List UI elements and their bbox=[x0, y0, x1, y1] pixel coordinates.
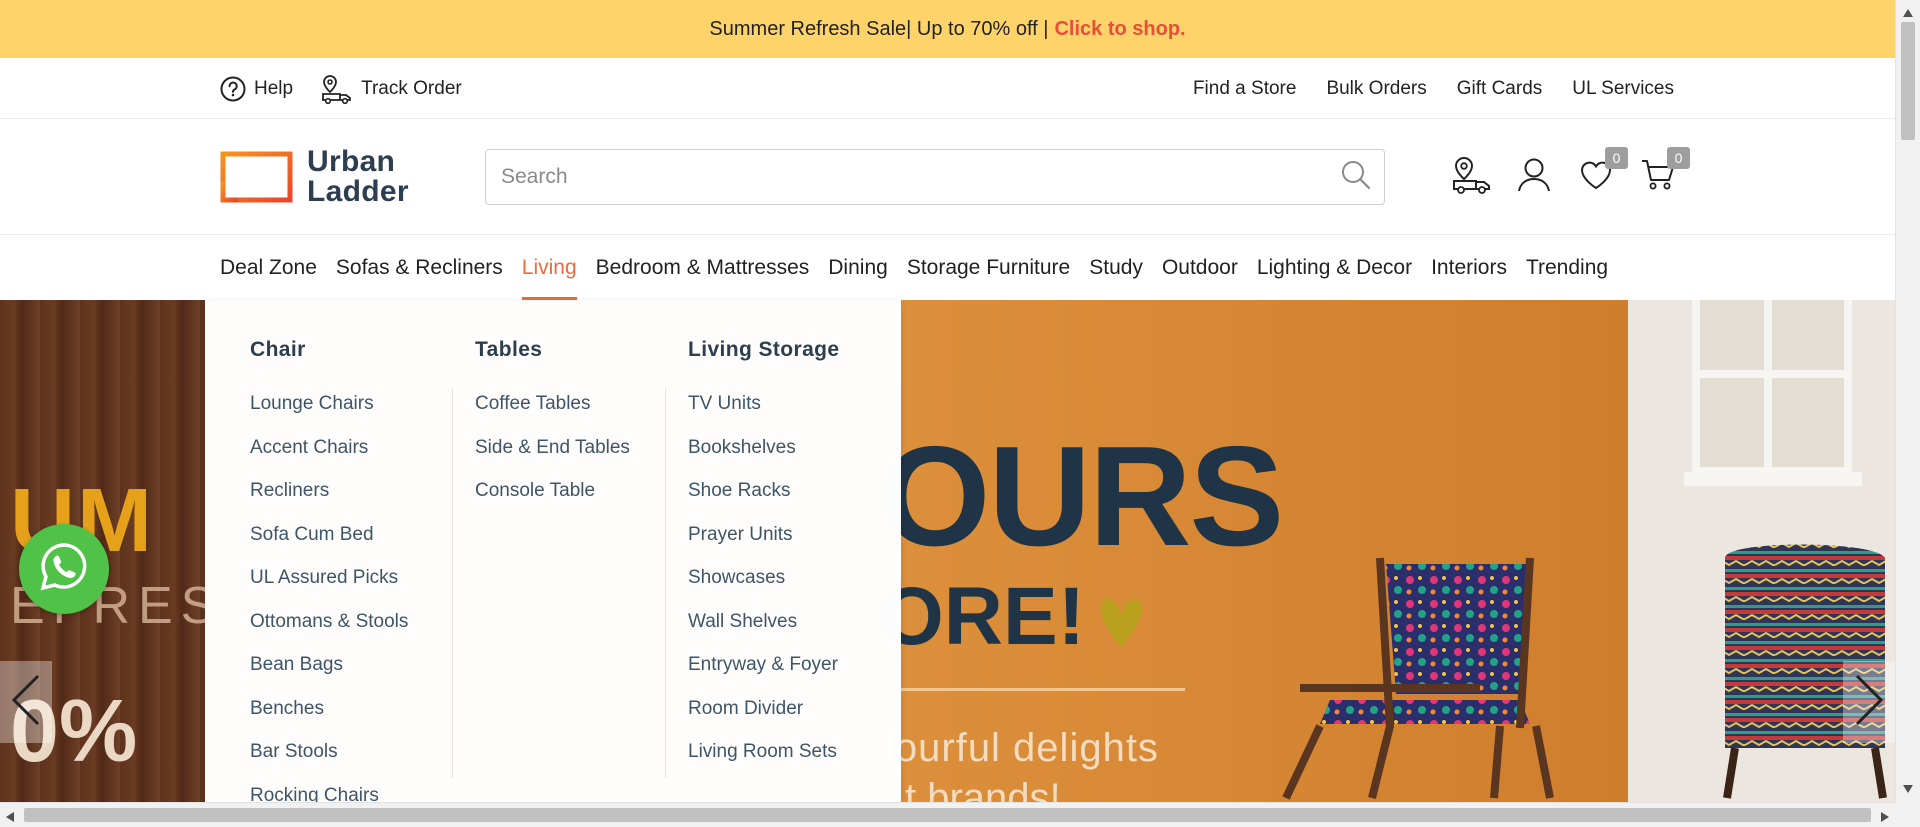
logo-text-line2: Ladder bbox=[307, 175, 409, 208]
promo-cta-link[interactable]: Click to shop. bbox=[1054, 18, 1185, 41]
mega-heading-tables[interactable]: Tables bbox=[475, 338, 630, 362]
hero-headline-2: ORE! bbox=[880, 571, 1085, 662]
utility-bar: Help Track Order Find a Store Bulk Order… bbox=[0, 58, 1895, 119]
search-bar bbox=[485, 149, 1385, 205]
nav-dining[interactable]: Dining bbox=[828, 235, 888, 300]
mega-link[interactable]: Accent Chairs bbox=[250, 426, 408, 470]
promo-bar: Summer Refresh Sale| Up to 70% off | Cli… bbox=[0, 0, 1895, 58]
heart-doodle-icon bbox=[1095, 593, 1147, 656]
wishlist-button[interactable]: 0 bbox=[1576, 147, 1628, 197]
search-button[interactable] bbox=[1328, 150, 1384, 204]
nav-bedroom-mattresses[interactable]: Bedroom & Mattresses bbox=[596, 235, 810, 300]
whatsapp-chat-button[interactable] bbox=[19, 524, 109, 614]
ul-services-link[interactable]: UL Services bbox=[1572, 78, 1674, 100]
hero-tagline-2: t brands! bbox=[905, 776, 1061, 802]
nav-interiors[interactable]: Interiors bbox=[1431, 235, 1507, 300]
cart-button[interactable]: 0 bbox=[1638, 147, 1690, 197]
cart-count-badge: 0 bbox=[1667, 147, 1690, 169]
track-order-label: Track Order bbox=[361, 77, 462, 99]
page: Summer Refresh Sale| Up to 70% off | Cli… bbox=[0, 0, 1920, 827]
mega-link[interactable]: Recliners bbox=[250, 469, 408, 513]
find-store-link[interactable]: Find a Store bbox=[1193, 78, 1297, 100]
nav-outdoor[interactable]: Outdoor bbox=[1162, 235, 1238, 300]
mega-heading-living-storage[interactable]: Living Storage bbox=[688, 338, 839, 362]
carousel-prev-button[interactable] bbox=[0, 661, 52, 743]
living-mega-menu: Chair Lounge Chairs Accent Chairs Reclin… bbox=[205, 300, 901, 802]
mega-link[interactable]: Shoe Racks bbox=[688, 469, 839, 513]
mega-link[interactable]: Coffee Tables bbox=[475, 382, 630, 426]
mega-link[interactable]: Room Divider bbox=[688, 687, 839, 731]
whatsapp-icon bbox=[36, 539, 92, 600]
main-header: Urban Ladder Search 0 0 bbox=[0, 119, 1895, 235]
mega-column-tables: Tables Coffee Tables Side & End Tables C… bbox=[475, 338, 630, 513]
nav-deal-zone[interactable]: Deal Zone bbox=[220, 235, 317, 300]
track-order-link[interactable]: Track Order bbox=[321, 74, 462, 104]
bulk-orders-link[interactable]: Bulk Orders bbox=[1326, 78, 1426, 100]
mega-link[interactable]: UL Assured Picks bbox=[250, 556, 408, 600]
nav-sofas-recliners[interactable]: Sofas & Recliners bbox=[336, 235, 503, 300]
mega-link[interactable]: Console Table bbox=[475, 469, 630, 513]
nav-trending[interactable]: Trending bbox=[1526, 235, 1608, 300]
help-link[interactable]: Help bbox=[220, 76, 293, 102]
help-label: Help bbox=[254, 77, 294, 99]
mega-divider bbox=[452, 388, 453, 778]
scroll-down-arrow-icon[interactable] bbox=[1903, 780, 1913, 798]
mega-link[interactable]: Prayer Units bbox=[688, 513, 839, 557]
vertical-scrollbar[interactable] bbox=[1895, 0, 1920, 802]
nav-living[interactable]: Living bbox=[521, 235, 577, 300]
mega-link[interactable]: Rocking Chairs bbox=[250, 774, 408, 803]
mega-link[interactable]: Ottomans & Stools bbox=[250, 600, 408, 644]
hero-tagline: lourful delights bbox=[885, 726, 1159, 770]
mega-link[interactable]: Benches bbox=[250, 687, 408, 731]
store-locator-button[interactable] bbox=[1452, 156, 1492, 199]
mega-link[interactable]: Sofa Cum Bed bbox=[250, 513, 408, 557]
search-input[interactable] bbox=[486, 150, 1328, 204]
mega-divider bbox=[665, 388, 666, 778]
chevron-left-icon bbox=[10, 674, 42, 731]
nav-lighting-decor[interactable]: Lighting & Decor bbox=[1257, 235, 1412, 300]
rocking-chair-image bbox=[1260, 550, 1560, 802]
mega-link[interactable]: TV Units bbox=[688, 382, 839, 426]
horizontal-scrollbar[interactable] bbox=[0, 802, 1895, 827]
scroll-right-arrow-icon[interactable] bbox=[1881, 809, 1889, 827]
vertical-scroll-thumb[interactable] bbox=[1901, 22, 1915, 140]
mega-column-chair: Chair Lounge Chairs Accent Chairs Reclin… bbox=[250, 338, 408, 802]
search-icon bbox=[1340, 159, 1372, 196]
hero-headline: OURS bbox=[880, 417, 1284, 576]
mega-link[interactable]: Showcases bbox=[688, 556, 839, 600]
scroll-up-arrow-icon[interactable] bbox=[1903, 4, 1913, 22]
account-button[interactable] bbox=[1514, 157, 1554, 197]
mega-link[interactable]: Entryway & Foyer bbox=[688, 643, 839, 687]
scroll-left-arrow-icon[interactable] bbox=[6, 809, 14, 827]
wishlist-count-badge: 0 bbox=[1605, 147, 1628, 169]
mega-link[interactable]: Bookshelves bbox=[688, 426, 839, 470]
carousel-next-button[interactable] bbox=[1843, 661, 1895, 743]
hero-divider bbox=[900, 688, 1185, 691]
promo-text: Summer Refresh Sale| Up to 70% off | bbox=[709, 17, 1049, 40]
user-icon bbox=[1517, 157, 1551, 198]
nav-storage-furniture[interactable]: Storage Furniture bbox=[907, 235, 1070, 300]
mega-link[interactable]: Wall Shelves bbox=[688, 600, 839, 644]
store-delivery-icon bbox=[1452, 156, 1492, 199]
logo-text-line1: Urban bbox=[307, 145, 396, 178]
main-navigation: Deal Zone Sofas & Recliners Living Bedro… bbox=[0, 235, 1895, 300]
gift-cards-link[interactable]: Gift Cards bbox=[1457, 78, 1543, 100]
mega-column-living-storage: Living Storage TV Units Bookshelves Shoe… bbox=[688, 338, 839, 774]
chevron-right-icon bbox=[1853, 674, 1885, 731]
help-icon bbox=[220, 76, 246, 102]
mega-link[interactable]: Lounge Chairs bbox=[250, 382, 408, 426]
scrollbar-corner bbox=[1895, 802, 1920, 827]
hero-window bbox=[1692, 300, 1852, 475]
mega-heading-chair[interactable]: Chair bbox=[250, 338, 408, 362]
mega-link[interactable]: Bar Stools bbox=[250, 730, 408, 774]
urban-ladder-logo[interactable]: Urban Ladder bbox=[220, 147, 409, 207]
mega-link[interactable]: Side & End Tables bbox=[475, 426, 630, 470]
mega-link[interactable]: Living Room Sets bbox=[688, 730, 839, 774]
delivery-truck-icon bbox=[321, 74, 353, 104]
horizontal-scroll-thumb[interactable] bbox=[24, 808, 1871, 822]
nav-study[interactable]: Study bbox=[1089, 235, 1143, 300]
mega-link[interactable]: Bean Bags bbox=[250, 643, 408, 687]
logo-mark-icon bbox=[220, 151, 293, 203]
